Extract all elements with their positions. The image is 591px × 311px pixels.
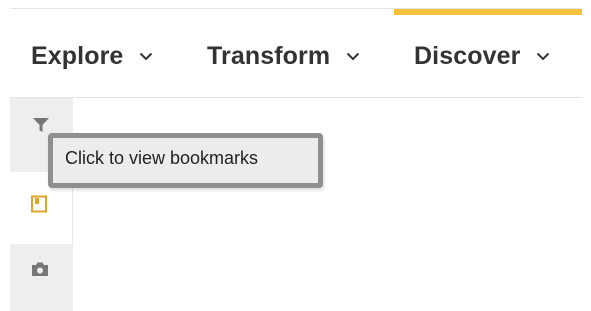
nav-menu-label: Explore <box>31 41 124 70</box>
bookmarks-tooltip: Click to view bookmarks <box>48 133 323 188</box>
nav-menu-label: Transform <box>207 41 331 70</box>
snapshot-button[interactable] <box>10 244 73 311</box>
camera-icon <box>31 261 49 282</box>
chevron-down-icon <box>139 52 153 61</box>
bookmark-icon <box>30 195 48 218</box>
side-rail <box>10 98 73 311</box>
nav-menu-transform[interactable]: Transform <box>207 38 360 74</box>
chevron-down-icon <box>536 52 550 61</box>
nav-menu-label: Discover <box>414 41 521 70</box>
chevron-down-icon <box>346 52 360 61</box>
nav-menu-explore[interactable]: Explore <box>31 38 153 74</box>
tooltip-text: Click to view bookmarks <box>65 148 259 168</box>
top-navigation: Explore Transform Discover <box>0 0 591 98</box>
app-frame: Explore Transform Discover Click to view… <box>0 0 591 311</box>
nav-menu-discover[interactable]: Discover <box>414 38 550 74</box>
nav-divider <box>10 97 582 98</box>
